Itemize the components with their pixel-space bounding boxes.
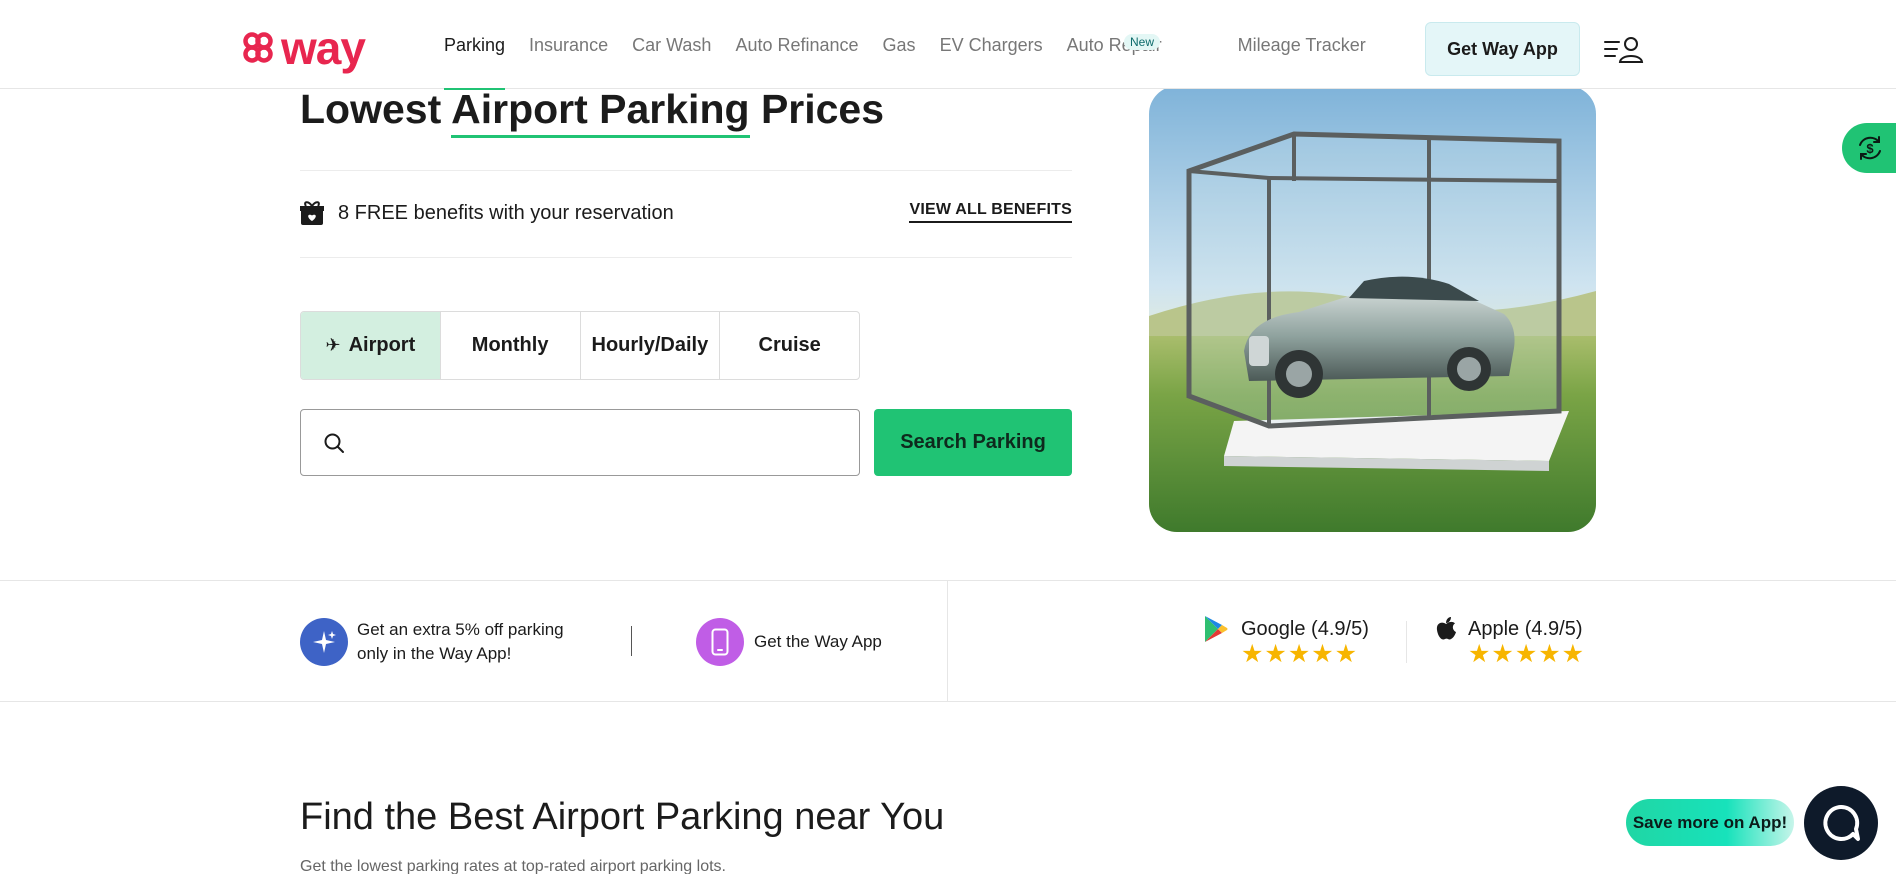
nav-gas[interactable]: Gas (883, 33, 916, 57)
section-subtitle: Get the lowest parking rates at top-rate… (300, 858, 726, 874)
site-header: way Parking Insurance Car Wash Auto Refi… (0, 0, 1896, 90)
google-play-icon (1205, 616, 1228, 642)
view-all-benefits-link[interactable]: VIEW ALL BENEFITS (909, 201, 1072, 223)
rating-name: Google (4.9/5) (1241, 618, 1369, 640)
tab-label: Cruise (758, 334, 821, 356)
logo-text: way (281, 22, 366, 74)
new-badge: New (1124, 34, 1161, 50)
phone-icon (696, 618, 744, 666)
nav-insurance[interactable]: Insurance (529, 33, 608, 57)
svg-text:$: $ (1866, 141, 1874, 156)
divider (631, 626, 632, 656)
tab-monthly[interactable]: Monthly (441, 312, 581, 379)
page-title: Lowest Airport Parking Prices (300, 86, 884, 133)
star-rating: ★★★★★ (1241, 640, 1359, 668)
tab-label: Airport (348, 334, 416, 356)
price-compare-tab[interactable]: $ (1842, 123, 1896, 173)
benefits-row: 8 FREE benefits with your reservation VI… (300, 198, 1072, 228)
chat-bubble-icon (1823, 804, 1860, 841)
nav-ev-chargers[interactable]: EV Chargers (940, 33, 1043, 57)
section-title: Find the Best Airport Parking near You (300, 796, 945, 838)
get-way-app-button[interactable]: Get Way App (1425, 22, 1580, 76)
save-more-on-app-button[interactable]: Save more on App! (1626, 799, 1794, 846)
airplane-icon: ✈ (325, 335, 341, 355)
account-menu-button[interactable] (1603, 36, 1645, 69)
divider (300, 170, 1072, 171)
hero-car-image (1149, 86, 1596, 532)
dollar-refresh-icon: $ (1859, 136, 1881, 160)
nav-auto-refinance[interactable]: Auto Refinance (735, 33, 858, 57)
benefits-text: 8 FREE benefits with your reservation (338, 201, 674, 224)
chat-launcher-button[interactable] (1804, 786, 1878, 860)
title-highlight: Airport Parking (451, 86, 750, 132)
nav-car-wash[interactable]: Car Wash (632, 33, 711, 57)
car-glass-box-illustration (1149, 86, 1596, 532)
tab-label: Hourly/Daily (591, 334, 709, 356)
logo-knot-icon (243, 32, 273, 63)
extra-discount-text: Get an extra 5% off parking only in the … (357, 620, 564, 663)
way-logo[interactable]: way (241, 22, 366, 74)
main-nav: Parking Insurance Car Wash Auto Refinanc… (444, 0, 1390, 90)
get-app-promo[interactable]: Get the Way App (696, 618, 882, 666)
search-icon (324, 433, 344, 453)
tab-hourly-daily[interactable]: Hourly/Daily (581, 312, 721, 379)
get-app-text: Get the Way App (754, 632, 882, 651)
tab-airport[interactable]: ✈ Airport (301, 312, 441, 379)
tab-label: Monthly (471, 334, 549, 356)
search-parking-button[interactable]: Search Parking (874, 409, 1072, 476)
apple-icon (1436, 617, 1456, 640)
nav-parking[interactable]: Parking (444, 33, 506, 90)
search-input[interactable] (359, 412, 859, 473)
divider (1406, 621, 1407, 663)
nav-mileage-tracker[interactable]: Mileage Tracker (1238, 33, 1366, 57)
airport-search-field[interactable] (300, 409, 860, 476)
menu-user-icon (1604, 37, 1644, 63)
parking-type-tabs: ✈ Airport Monthly Hourly/Daily Cruise (300, 311, 860, 380)
star-rating: ★★★★★ (1468, 640, 1586, 668)
apple-rating[interactable]: Apple (4.9/5) ★★★★★ (1434, 617, 1585, 667)
google-rating[interactable]: Google (4.9/5) ★★★★★ (1203, 616, 1369, 668)
sparkle-icon (300, 618, 348, 666)
tab-cruise[interactable]: Cruise (720, 312, 859, 379)
app-promo-strip: Get an extra 5% off parking only in the … (0, 580, 1896, 702)
title-prefix: Lowest (300, 86, 452, 132)
extra-discount-promo[interactable]: Get an extra 5% off parking only in the … (300, 618, 587, 666)
gift-icon (300, 201, 324, 225)
divider (300, 257, 1072, 258)
title-suffix: Prices (749, 86, 885, 132)
rating-name: Apple (4.9/5) (1468, 618, 1583, 640)
divider (947, 581, 948, 702)
